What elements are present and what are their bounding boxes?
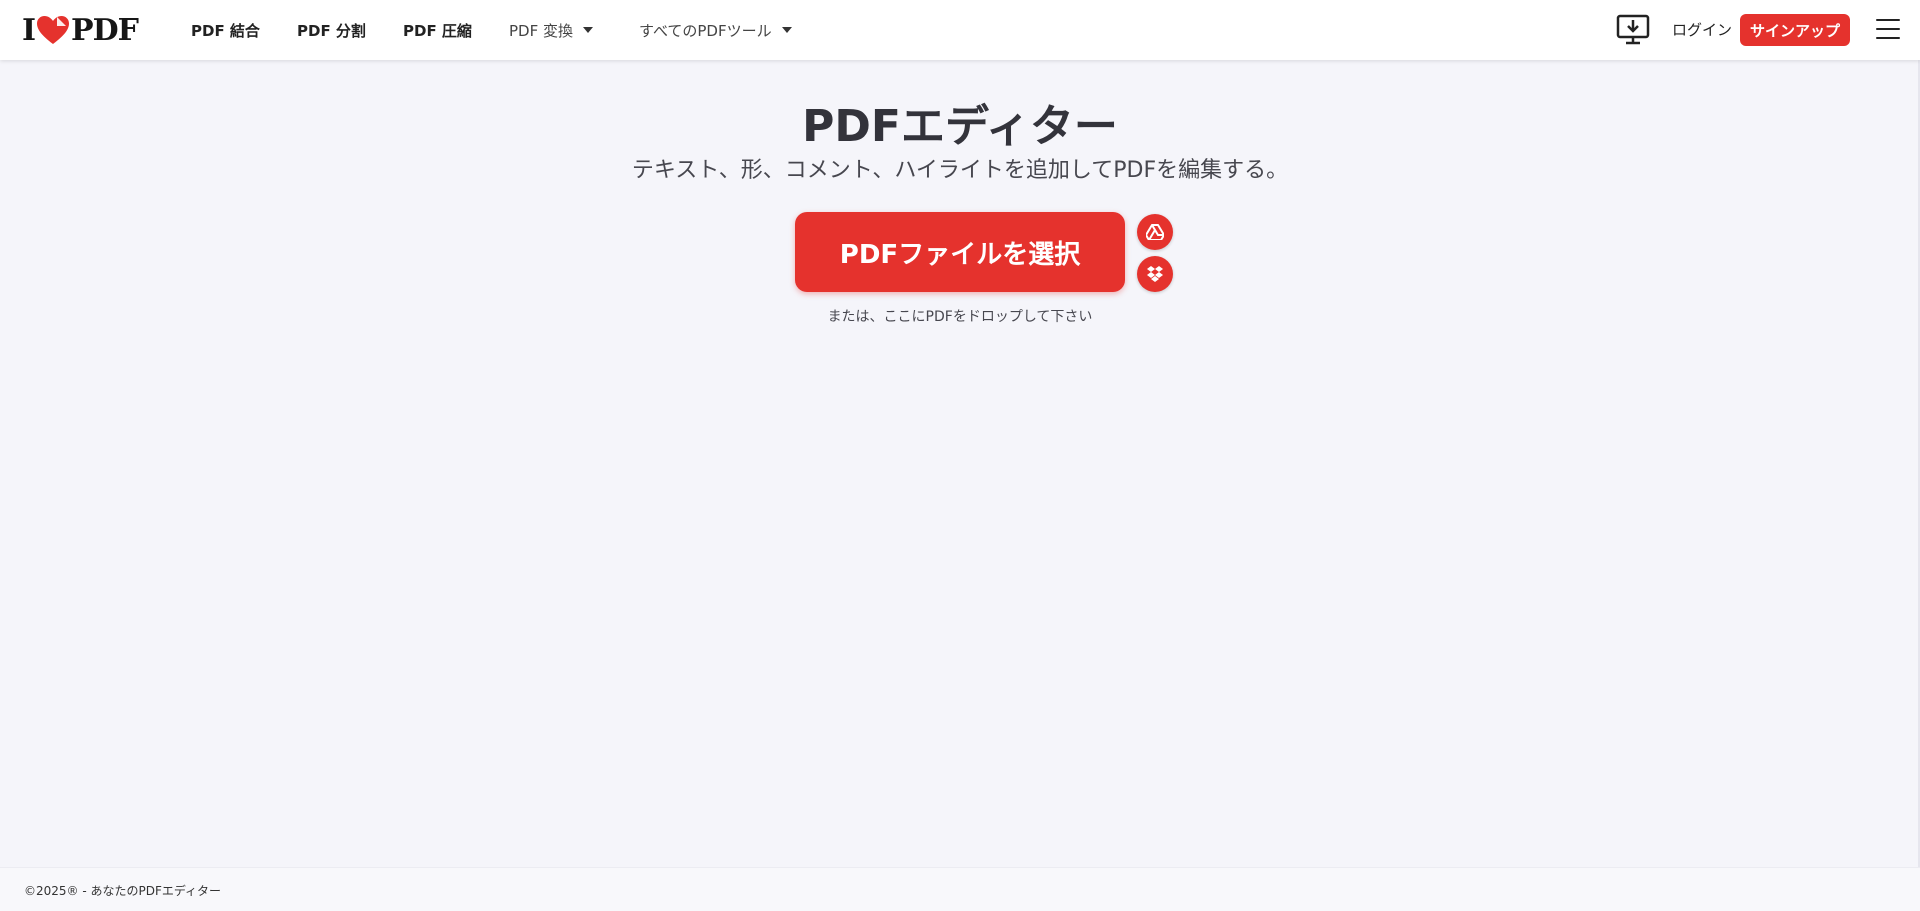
nav-split-label: PDF 分割: [297, 21, 366, 40]
dropbox-icon: [1147, 266, 1163, 282]
drop-hint: または、ここにPDFをドロップして下さい: [827, 309, 1093, 325]
select-pdf-button[interactable]: PDFファイルを選択: [795, 212, 1125, 292]
heart-icon: [37, 16, 70, 44]
chevron-down-icon: [781, 27, 792, 33]
login-link[interactable]: ログイン: [1672, 19, 1732, 40]
nav-compress-pdf[interactable]: PDF 圧縮: [403, 20, 472, 41]
signup-button[interactable]: サインアップ: [1740, 14, 1850, 46]
nav-convert-pdf[interactable]: PDF 変換: [509, 20, 593, 41]
logo-suffix: PDF: [71, 12, 139, 48]
chevron-down-icon: [583, 27, 593, 33]
hamburger-menu-icon[interactable]: [1876, 19, 1900, 41]
nav-merge-label: PDF 結合: [191, 21, 260, 40]
nav-all-tools[interactable]: すべてのPDFツール: [639, 20, 792, 41]
nav-convert-label: PDF 変換: [509, 21, 573, 40]
copyright-text: ©2025® - あなたのPDFエディター: [24, 884, 222, 898]
nav-split-pdf[interactable]: PDF 分割: [297, 20, 366, 41]
page-subtitle: テキスト、形、コメント、ハイライトを追加してPDFを編集する。: [631, 158, 1289, 183]
logo-prefix: I: [22, 12, 36, 48]
google-drive-icon: [1146, 224, 1164, 240]
google-drive-button[interactable]: [1137, 214, 1173, 250]
page-title: PDFエディター: [802, 101, 1118, 152]
dropbox-button[interactable]: [1137, 256, 1173, 292]
desktop-download-icon[interactable]: [1616, 14, 1650, 46]
footer: ©2025® - あなたのPDFエディター: [0, 867, 1920, 911]
top-header: I PDF PDF 結合 PDF 分割 PDF 圧縮 PDF 変換 すべてのPD…: [0, 0, 1920, 60]
nav-merge-pdf[interactable]: PDF 結合: [191, 20, 260, 41]
ilovepdf-logo[interactable]: I PDF: [22, 12, 139, 48]
nav-compress-label: PDF 圧縮: [403, 21, 472, 40]
nav-all-tools-label: すべてのPDFツール: [639, 21, 772, 40]
